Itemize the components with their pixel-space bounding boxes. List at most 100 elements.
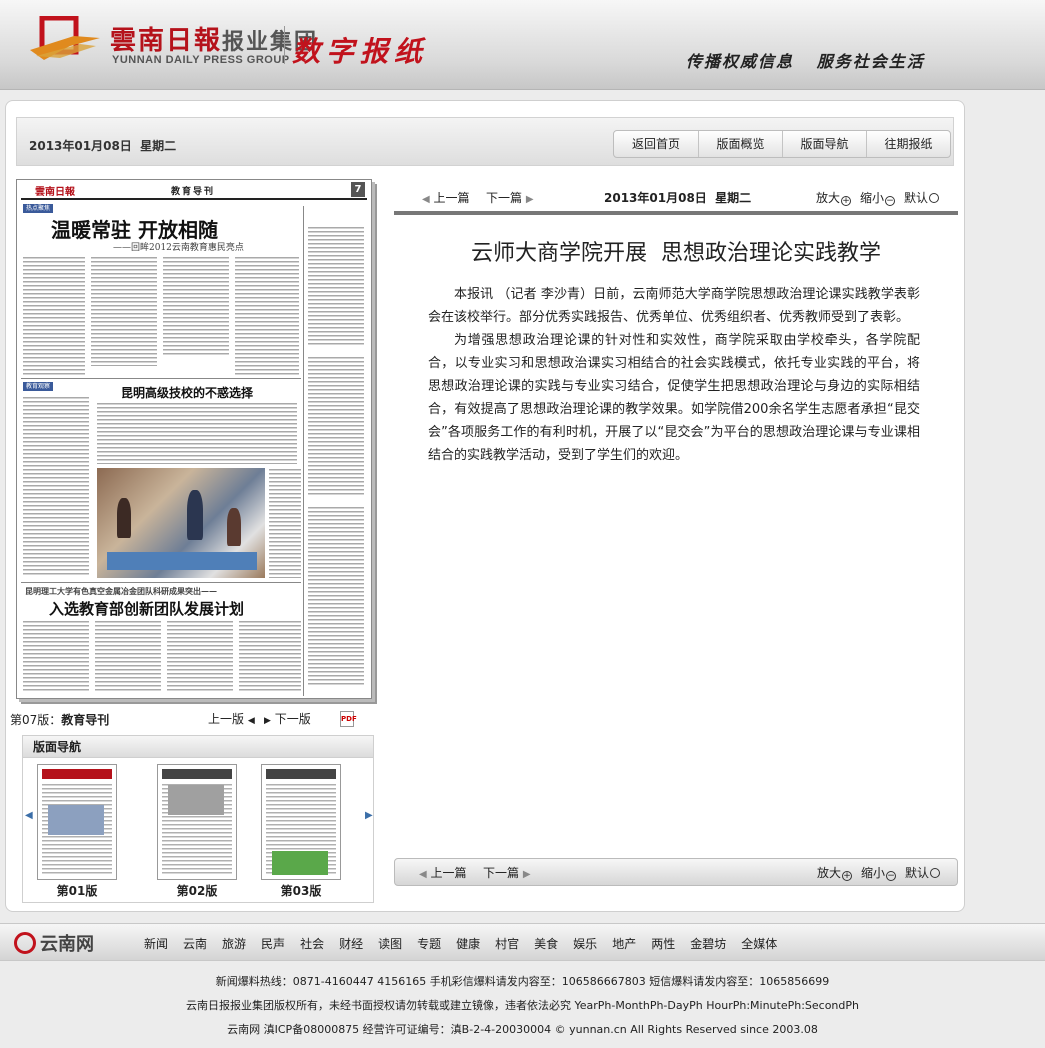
channel-link[interactable]: 新闻 — [144, 935, 168, 952]
yunnan-net-logo-icon — [14, 932, 36, 954]
page-thumb-01[interactable]: 第01版 — [37, 764, 117, 899]
footer-copyright: 云南日报报业集团版权所有，未经书面授权请勿转载或建立镜像，违者依法必究 Year… — [185, 999, 859, 1012]
triangle-right-icon: ▶ — [522, 869, 531, 880]
page-nav-prev-arrow-icon[interactable]: ◀ — [25, 810, 33, 821]
channel-link[interactable]: 金碧坊 — [690, 935, 726, 952]
article-body: 本报讯 （记者 李沙青）日前，云南师范大学商学院思想政治理论课实践教学表彰会在该… — [428, 283, 920, 467]
zoom-in-label: 放大 — [817, 866, 842, 880]
logo-text: 雲南日報报业集团 — [110, 20, 318, 57]
page-kicker-3: 昆明理工大学有色真空金属冶金团队科研成果突出—— — [25, 586, 217, 596]
section-tag: 教育观察 — [23, 382, 54, 391]
next-article-link[interactable]: 下一篇 ▶ — [486, 189, 534, 206]
zoom-out-button[interactable]: 缩小 − — [860, 189, 896, 206]
text-column — [235, 256, 299, 376]
page-headline-3[interactable]: 入选教育部创新团队发展计划 — [49, 598, 244, 619]
circle-icon — [930, 868, 941, 878]
channel-link[interactable]: 财经 — [339, 935, 363, 952]
text-column — [23, 256, 85, 376]
top-nav: 返回首页 版面概览 版面导航 往期报纸 — [613, 130, 951, 158]
circle-icon — [929, 193, 940, 203]
channel-link[interactable]: 读图 — [378, 935, 402, 952]
channel-links: 新闻 云南 旅游 民声 社会 财经 读图 专题 健康 村官 美食 娱乐 地产 两… — [144, 935, 792, 952]
next-page-link[interactable]: ▶ 下一版 — [264, 710, 311, 727]
minus-circle-icon: − — [886, 871, 897, 881]
page-label-section: 教育导刊 — [61, 713, 110, 727]
channel-link[interactable]: 旅游 — [222, 935, 246, 952]
text-column — [269, 468, 301, 578]
prev-article-label: 上一篇 — [433, 191, 470, 205]
prev-page-label: 上一版 — [208, 712, 245, 726]
article-title: 云师大商学院开展 思想政治理论实践教学 — [471, 241, 881, 266]
next-article-label: 下一篇 — [486, 191, 523, 205]
zoom-in-button[interactable]: 放大 + — [817, 864, 853, 881]
channel-link[interactable]: 云南 — [183, 935, 207, 952]
footer-hotline: 新闻爆料热线：0871-4160447 4156165 手机彩信爆料请发内容至：… — [215, 975, 830, 988]
channel-link[interactable]: 村官 — [495, 935, 519, 952]
triangle-left-icon: ◀ — [419, 869, 427, 880]
page-thumb-image — [37, 764, 117, 880]
text-column — [163, 256, 229, 356]
channel-link[interactable]: 社会 — [300, 935, 324, 952]
next-article-link[interactable]: 下一篇 ▶ — [483, 864, 531, 881]
zoom-default-button[interactable]: 默认 — [904, 189, 940, 206]
article-date: 2013年01月08日 星期二 — [604, 191, 752, 205]
zoom-default-label: 默认 — [904, 191, 929, 205]
next-article-label: 下一篇 — [483, 866, 520, 880]
slogan: 传播权威信息 服务社会生活 — [686, 52, 925, 71]
triangle-left-icon: ◀ — [422, 194, 430, 205]
page-label-prefix: 第07版： — [10, 713, 62, 727]
nav-archive[interactable]: 往期报纸 — [866, 131, 950, 157]
page-sidebar — [303, 206, 367, 696]
yunnan-net-logo[interactable]: 云南网 — [14, 930, 94, 956]
footer-license: 云南网 滇ICP备08000875 经营许可证编号：滇B-2-4-2003000… — [227, 1023, 818, 1036]
zoom-default-button[interactable]: 默认 — [905, 864, 941, 881]
date-bar: 2013年01月08日 星期二 返回首页 版面概览 版面导航 往期报纸 — [16, 117, 954, 166]
nav-page-navigation[interactable]: 版面导航 — [782, 131, 866, 157]
pdf-download-icon[interactable]: PDF — [340, 711, 357, 727]
channel-link[interactable]: 专题 — [417, 935, 441, 952]
channel-link[interactable]: 全媒体 — [741, 935, 777, 952]
text-column — [239, 620, 301, 692]
page-headline-1[interactable]: 温暖常驻 开放相随 — [51, 214, 218, 243]
masthead-logo: 雲南日報 — [35, 187, 75, 198]
current-page-label: 第07版：教育导刊 — [10, 711, 109, 728]
masthead-page-number: 7 — [351, 182, 365, 197]
channel-link[interactable]: 地产 — [612, 935, 636, 952]
yunnan-daily-logo-icon — [30, 16, 100, 60]
section-rule — [21, 378, 301, 379]
site-footer: 新闻爆料热线：0871-4160447 4156165 手机彩信爆料请发内容至：… — [0, 970, 1045, 1042]
text-column — [91, 256, 157, 366]
triangle-right-icon: ▶ — [264, 716, 271, 726]
text-column — [23, 396, 89, 576]
page-headline-2[interactable]: 昆明高级技校的不惑选择 — [121, 384, 253, 401]
page-nav-next-arrow-icon[interactable]: ▶ — [365, 810, 373, 821]
masthead-section: 教育导刊 — [171, 187, 216, 197]
channel-link[interactable]: 两性 — [651, 935, 675, 952]
main-panel: 2013年01月08日 星期二 返回首页 版面概览 版面导航 往期报纸 雲南日報… — [5, 100, 965, 912]
zoom-in-label: 放大 — [816, 191, 841, 205]
channel-link[interactable]: 健康 — [456, 935, 480, 952]
article-paragraph: 本报讯 （记者 李沙青）日前，云南师范大学商学院思想政治理论课实践教学表彰会在该… — [428, 287, 920, 325]
nav-overview[interactable]: 版面概览 — [698, 131, 782, 157]
article-paragraph: 为增强思想政治理论课的针对性和实效性，商学院采取由学校牵头，各学院配合，以专业实… — [428, 333, 920, 463]
page-thumb-02[interactable]: 第02版 — [157, 764, 237, 899]
channel-link[interactable]: 民声 — [261, 935, 285, 952]
page-thumb-label: 第02版 — [176, 884, 218, 898]
page-nav-title: 版面导航 — [23, 736, 373, 758]
prev-article-link[interactable]: ◀ 上一篇 — [422, 189, 470, 206]
channel-link[interactable]: 娱乐 — [573, 935, 597, 952]
logo-cn-name: 雲南日報 — [110, 26, 223, 56]
text-column — [95, 620, 161, 692]
nav-home[interactable]: 返回首页 — [614, 131, 698, 157]
zoom-in-button[interactable]: 放大 + — [816, 189, 852, 206]
yunnan-net-nav: 云南网 新闻 云南 旅游 民声 社会 财经 读图 专题 健康 村官 美食 娱乐 … — [0, 923, 1045, 961]
page-navigation-panel: 版面导航 ◀ 第01版 第02版 第03版 ▶ — [22, 735, 374, 903]
page-thumb-03[interactable]: 第03版 — [261, 764, 341, 899]
channel-link[interactable]: 美食 — [534, 935, 558, 952]
prev-article-link[interactable]: ◀ 上一篇 — [419, 864, 467, 881]
zoom-out-button[interactable]: 缩小 − — [861, 864, 897, 881]
next-page-label: 下一版 — [274, 712, 311, 726]
prev-page-link[interactable]: 上一版 ◀ — [208, 710, 255, 727]
triangle-left-icon: ◀ — [247, 716, 255, 726]
newspaper-page-image[interactable]: 雲南日報 教育导刊 7 热点聚焦 温暖常驻 开放相随 ——回眸2012云南教育惠… — [16, 179, 372, 699]
